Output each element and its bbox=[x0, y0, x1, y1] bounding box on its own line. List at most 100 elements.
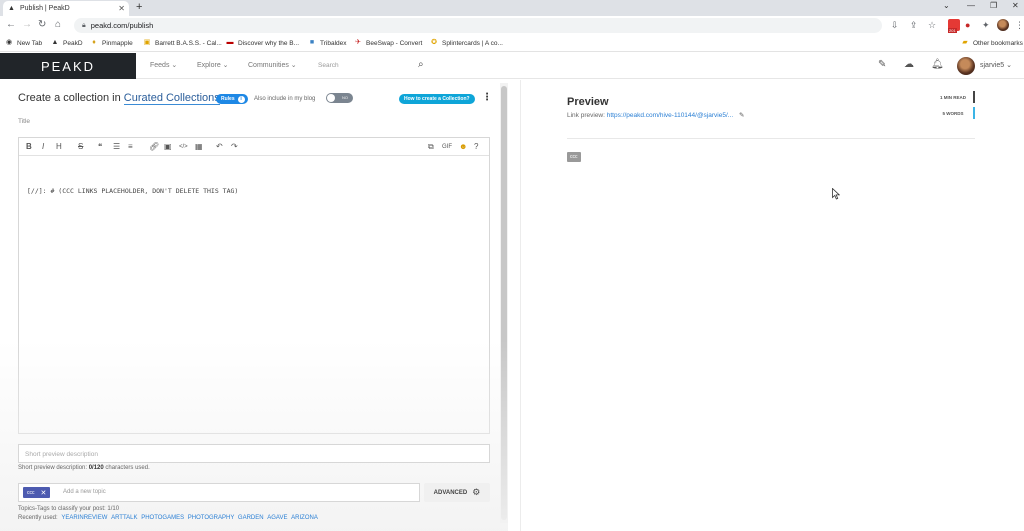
browser-tab[interactable]: ▲ Publish | PeakD ✕ bbox=[3, 1, 129, 16]
emoji-icon[interactable]: ☻ bbox=[459, 142, 467, 151]
recent-tag[interactable]: ARTTALK bbox=[111, 515, 137, 521]
how-to-button[interactable]: How to create a Collection? bbox=[399, 94, 475, 104]
recent-tag[interactable]: PHOTOGRAPHY bbox=[188, 515, 234, 521]
collection-name: Curated Collections bbox=[123, 92, 220, 104]
collection-select[interactable]: Curated Collections bbox=[123, 92, 220, 105]
bullet-list-icon[interactable]: ☰ bbox=[113, 142, 120, 151]
bookmark-tribaldex[interactable]: ■ Tribaldex bbox=[308, 39, 347, 47]
extension-badge-icon[interactable]: 201 bbox=[948, 19, 960, 33]
close-window-icon[interactable]: ✕ bbox=[1012, 1, 1019, 10]
editor-scrollbar[interactable] bbox=[500, 83, 508, 523]
word-count-badge: 5 WORDS bbox=[933, 107, 975, 119]
quote-icon[interactable]: ❝ bbox=[98, 142, 102, 151]
folder-icon: ▰ bbox=[962, 39, 968, 46]
tags-input[interactable]: ccc ✕ Add a new topic bbox=[18, 483, 420, 502]
recent-label: Recently used: bbox=[18, 515, 58, 521]
editor-toolbar: B I H S ❝ ☰ ≡ 🔗︎ ▣ </> ▦ ↶ ↷ ⧉ GIF ☻ ? bbox=[19, 138, 489, 156]
nav-label: Communities bbox=[248, 62, 289, 69]
puzzle-icon[interactable]: ✦ bbox=[982, 20, 990, 31]
bookmark-splintercards[interactable]: ✪ Splintercards | A co... bbox=[430, 39, 503, 47]
pin-icon: ♦ bbox=[92, 39, 96, 46]
bookmark-label: Pinmapple bbox=[102, 39, 133, 47]
search-icon[interactable]: ⌕ bbox=[418, 59, 424, 70]
bookmark-new-tab[interactable]: ◉ New Tab bbox=[5, 39, 42, 47]
counter-label: Short preview description: bbox=[18, 465, 88, 471]
pencil-icon[interactable]: ✎ bbox=[878, 59, 886, 70]
rules-button[interactable]: Rules i bbox=[216, 94, 248, 104]
user-avatar[interactable] bbox=[957, 57, 975, 75]
remove-tag-icon[interactable]: ✕ bbox=[41, 489, 47, 497]
recent-tag[interactable]: ARIZONA bbox=[291, 515, 318, 521]
advanced-button[interactable]: ADVANCED ⚙ bbox=[424, 483, 490, 502]
bookmark-peakd[interactable]: ▲ PeakD bbox=[51, 39, 83, 47]
new-tab-icon[interactable]: + bbox=[136, 1, 142, 13]
close-tab-icon[interactable]: ✕ bbox=[118, 4, 125, 13]
scroll-thumb[interactable] bbox=[501, 86, 507, 520]
preview-description-input[interactable]: Short preview description bbox=[18, 444, 490, 463]
undo-icon[interactable]: ↶ bbox=[216, 142, 223, 151]
recent-tag[interactable]: GARDEN bbox=[238, 515, 264, 521]
advanced-label: ADVANCED bbox=[433, 489, 468, 496]
tribaldex-icon: ■ bbox=[309, 39, 315, 46]
recent-tag[interactable]: YEARINREVIEW bbox=[61, 515, 107, 521]
extension-icon[interactable]: ● bbox=[965, 20, 970, 30]
gif-icon[interactable]: GIF bbox=[442, 144, 452, 150]
also-include-label: Also include in my blog bbox=[254, 96, 316, 102]
bold-icon[interactable]: B bbox=[26, 142, 32, 151]
edit-link-icon[interactable]: ✎ bbox=[739, 112, 744, 119]
new-topic-input[interactable]: Add a new topic bbox=[63, 489, 106, 495]
search-input[interactable]: Search bbox=[318, 62, 339, 69]
tag-chip[interactable]: ccc ✕ bbox=[23, 487, 51, 498]
forward-icon[interactable]: → bbox=[22, 19, 32, 30]
include-blog-toggle[interactable]: NO bbox=[326, 93, 353, 103]
image-icon[interactable]: ▣ bbox=[164, 142, 172, 151]
link-preview-url[interactable]: https://peakd.com/hive-110144/@sjarvie5/… bbox=[607, 112, 733, 119]
extension-badge-count: 201 bbox=[948, 28, 957, 33]
username-menu[interactable]: sjarvie5 ⌄ bbox=[980, 61, 1012, 69]
nav-feeds[interactable]: Feeds ⌄ bbox=[150, 61, 177, 69]
home-icon[interactable]: ⌂ bbox=[55, 19, 61, 30]
install-icon[interactable]: ⇩ bbox=[891, 20, 899, 31]
url-input[interactable]: 🔒︎ peakd.com/publish bbox=[74, 18, 882, 33]
heading-icon[interactable]: H bbox=[56, 142, 62, 151]
markdown-editor[interactable]: B I H S ❝ ☰ ≡ 🔗︎ ▣ </> ▦ ↶ ↷ ⧉ GIF ☻ ? [… bbox=[18, 137, 490, 434]
title-input[interactable]: Title bbox=[18, 118, 30, 125]
more-options-icon[interactable]: ⋮ bbox=[482, 92, 492, 103]
link-icon[interactable]: 🔗︎ bbox=[149, 142, 159, 151]
maximize-icon[interactable]: ❐ bbox=[990, 1, 997, 10]
nav-label: Explore bbox=[197, 62, 221, 69]
recent-tag[interactable]: PHOTOGAMES bbox=[141, 515, 184, 521]
bookmark-star-icon[interactable]: ☆ bbox=[928, 20, 936, 31]
tag-chip-label: ccc bbox=[27, 489, 35, 496]
bell-icon[interactable]: 🔔︎ bbox=[931, 59, 944, 70]
bookmark-barrett[interactable]: ▣ Barrett B.A.S.S. - Cal... bbox=[143, 39, 222, 47]
help-icon[interactable]: ? bbox=[474, 142, 478, 151]
bookmark-pinmapple[interactable]: ♦ Pinmapple bbox=[90, 39, 133, 47]
italic-icon[interactable]: I bbox=[42, 142, 44, 151]
recent-tag[interactable]: AGAVE bbox=[267, 515, 287, 521]
redo-icon[interactable]: ↷ bbox=[231, 142, 238, 151]
nav-explore[interactable]: Explore ⌄ bbox=[197, 61, 229, 69]
strikethrough-icon[interactable]: S bbox=[78, 142, 83, 151]
peakd-logo[interactable]: PEAKD bbox=[0, 53, 136, 79]
share-icon[interactable]: ⇪ bbox=[910, 20, 918, 31]
menu-icon[interactable]: ⋮ bbox=[1015, 20, 1024, 31]
profile-avatar[interactable] bbox=[997, 19, 1009, 31]
back-icon[interactable]: ← bbox=[6, 19, 16, 30]
bookmark-discover[interactable]: ▬ Discover why the B... bbox=[226, 39, 300, 47]
table-icon[interactable]: ▦ bbox=[195, 142, 203, 151]
numbered-list-icon[interactable]: ≡ bbox=[128, 142, 133, 151]
code-icon[interactable]: </> bbox=[179, 144, 188, 150]
minimize-icon[interactable]: — bbox=[967, 1, 975, 10]
other-bookmarks[interactable]: ▰ Other bookmarks bbox=[961, 39, 1023, 47]
tab-search-icon[interactable]: ⌄ bbox=[943, 1, 950, 10]
nav-communities[interactable]: Communities ⌄ bbox=[248, 61, 297, 69]
toggle-label: NO bbox=[342, 95, 348, 100]
snippets-icon[interactable]: ⧉ bbox=[428, 142, 434, 152]
bookmark-beeswap[interactable]: ✈ BeeSwap - Convert bbox=[354, 39, 422, 47]
counter-value: 0/120 bbox=[88, 465, 104, 471]
bookmarks-bar: ◉ New Tab ▲ PeakD ♦ Pinmapple ▣ Barrett B.A.… bbox=[0, 35, 1024, 52]
editor-heading: Create a collection in Curated Collectio… bbox=[18, 92, 227, 105]
chat-icon[interactable]: ☁ bbox=[904, 59, 914, 70]
reload-icon[interactable]: ↻ bbox=[38, 19, 46, 30]
